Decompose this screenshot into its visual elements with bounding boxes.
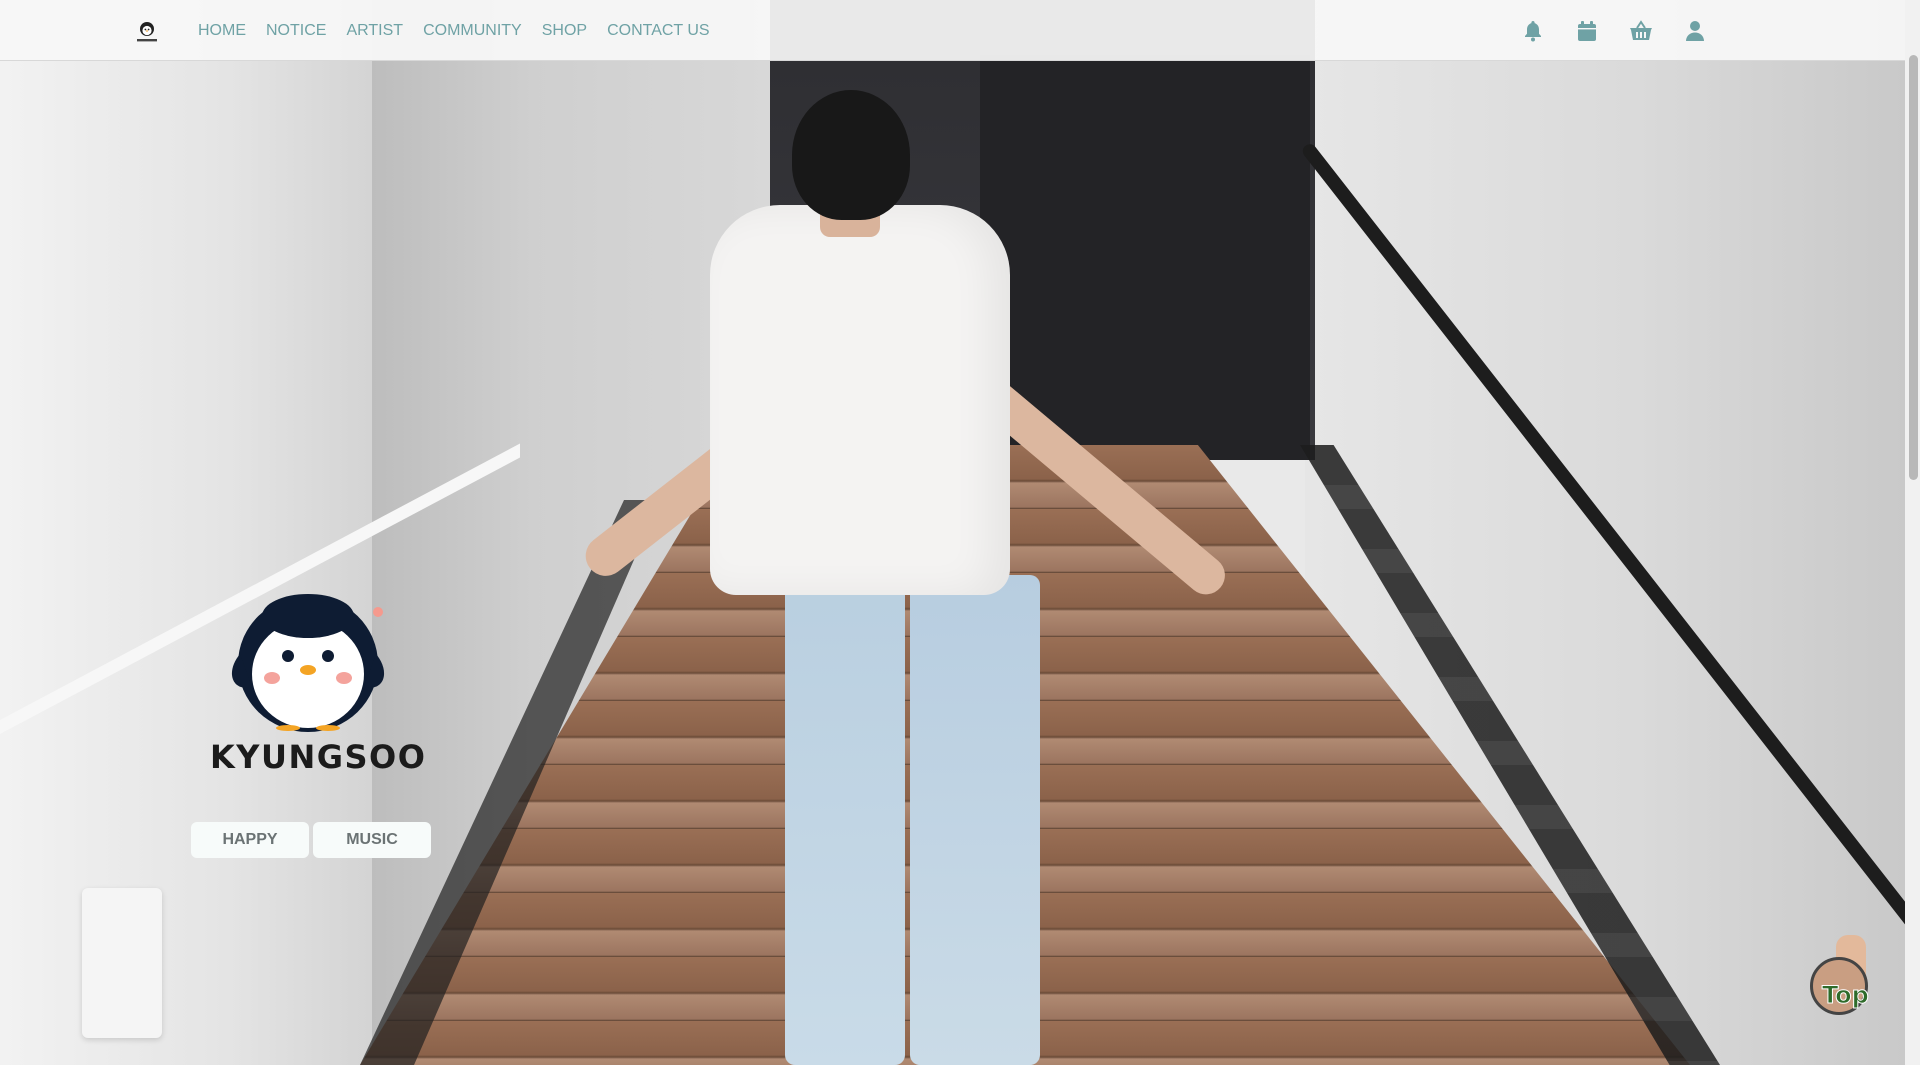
wall-switch [82,888,162,1038]
penguin-logo [230,592,390,732]
top-label: Top [1822,981,1870,1010]
nav-notice[interactable]: NOTICE [266,20,326,42]
user-icon[interactable] [1680,17,1710,45]
scrollbar-thumb[interactable] [1909,55,1918,480]
nav-home[interactable]: HOME [198,20,246,42]
brand-name: KYUNGSOO [210,738,427,776]
nav-community[interactable]: COMMUNITY [423,20,522,42]
scroll-to-top-button[interactable]: Top [1806,935,1876,1015]
bell-icon[interactable] [1518,17,1548,45]
person-figure [520,85,1290,1065]
header-icon-group [1518,17,1734,45]
header-logo[interactable] [134,20,160,44]
hero-background-photo [0,0,1905,1065]
nav-contact-us[interactable]: CONTACT US [607,20,710,42]
page-scrollbar[interactable] [1905,0,1920,1065]
main-nav: HOME NOTICE ARTIST COMMUNITY SHOP CONTAC… [198,20,730,42]
basket-icon[interactable] [1626,17,1656,45]
tag-happy-button[interactable]: HAPPY [191,822,309,858]
calendar-icon[interactable] [1572,17,1602,45]
tag-music-button[interactable]: MUSIC [313,822,431,858]
nav-shop[interactable]: SHOP [542,20,587,42]
nav-artist[interactable]: ARTIST [346,20,403,42]
site-header: HOME NOTICE ARTIST COMMUNITY SHOP CONTAC… [0,0,1905,61]
